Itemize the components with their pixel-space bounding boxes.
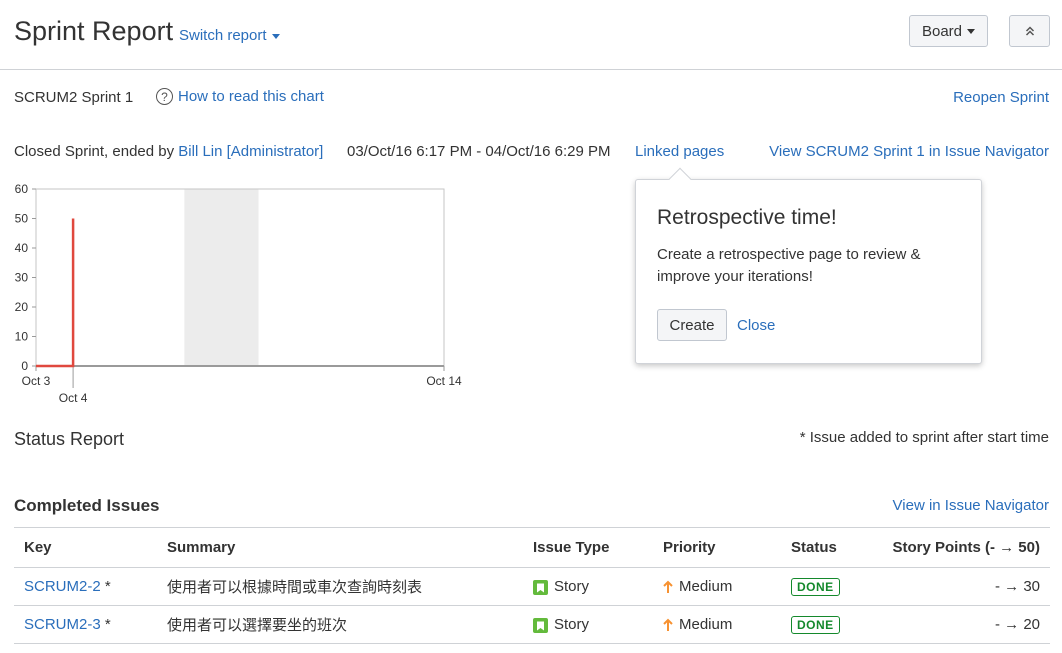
- status-badge: DONE: [791, 615, 840, 634]
- column-header-summary[interactable]: Summary: [157, 527, 523, 568]
- priority-medium-icon: [663, 580, 673, 594]
- y-tick-label: 10: [15, 330, 29, 344]
- popup-title: Retrospective time!: [657, 206, 837, 229]
- y-tick-label: 20: [15, 300, 29, 314]
- priority-cell: Medium: [653, 567, 781, 606]
- page-title: Sprint Report: [14, 16, 174, 46]
- table-row: SCRUM2-3 * 使用者可以選擇要坐的班次 Story Medium DON…: [14, 605, 1050, 644]
- table-header-row: Key Summary Issue Type Priority Status S…: [14, 527, 1050, 568]
- status-cell: DONE: [781, 605, 878, 644]
- retrospective-popup: Retrospective time! Create a retrospecti…: [635, 167, 982, 364]
- non-working-days-band: [184, 189, 259, 366]
- issue-summary: 使用者可以選擇要坐的班次: [157, 605, 523, 644]
- view-in-issue-navigator-link[interactable]: View SCRUM2 Sprint 1 in Issue Navigator: [769, 143, 1049, 160]
- column-header-issue-type[interactable]: Issue Type: [523, 527, 653, 568]
- priority-label: Medium: [679, 616, 733, 633]
- added-after-start-note: * Issue added to sprint after start time: [799, 429, 1049, 446]
- y-tick-label: 0: [21, 359, 28, 373]
- column-header-priority[interactable]: Priority: [653, 527, 781, 568]
- issue-key-link[interactable]: SCRUM2-3: [24, 616, 101, 633]
- how-to-read-link[interactable]: ? How to read this chart: [156, 88, 324, 105]
- reopen-sprint-link[interactable]: Reopen Sprint: [953, 89, 1049, 106]
- story-icon: [533, 618, 548, 634]
- create-retrospective-button[interactable]: Create: [657, 309, 727, 341]
- x-tick-label: Oct 14: [426, 374, 462, 388]
- issue-type-label: Story: [554, 615, 590, 633]
- switch-report-label: Switch report: [179, 27, 267, 44]
- burndown-series-line: [36, 218, 75, 368]
- chevron-down-icon: [967, 28, 976, 34]
- board-button-label: Board: [921, 22, 963, 40]
- table-row: SCRUM2-2 * 使用者可以根據時間或車次查詢時刻表 Story Mediu…: [14, 567, 1050, 606]
- view-completed-in-navigator-link[interactable]: View in Issue Navigator: [893, 497, 1049, 514]
- priority-medium-icon: [663, 618, 673, 632]
- collapse-header-button[interactable]: [1009, 15, 1050, 47]
- close-popup-link[interactable]: Close: [737, 317, 775, 334]
- switch-report-dropdown[interactable]: Switch report: [179, 27, 280, 44]
- board-button[interactable]: Board: [909, 15, 988, 47]
- linked-pages-link[interactable]: Linked pages: [635, 143, 724, 160]
- column-header-key[interactable]: Key: [14, 527, 157, 568]
- help-icon: ?: [156, 88, 173, 105]
- completed-issues-heading: Completed Issues: [14, 496, 160, 515]
- popup-text: Create a retrospective page to review & …: [657, 246, 921, 285]
- y-tick-label: 40: [15, 241, 29, 255]
- x-tick-label: Oct 4: [59, 391, 88, 405]
- priority-label: Medium: [679, 578, 733, 595]
- closed-sprint-info: Closed Sprint, ended by Bill Lin [Admini…: [14, 143, 323, 160]
- issue-key-cell: SCRUM2-3 *: [14, 605, 157, 644]
- completed-issues-table: Key Summary Issue Type Priority Status S…: [14, 527, 1050, 644]
- x-tick-label: Oct 3: [22, 374, 51, 388]
- issue-key-cell: SCRUM2-2 *: [14, 567, 157, 606]
- added-marker: *: [104, 578, 111, 595]
- y-tick-label: 50: [15, 212, 29, 226]
- priority-cell: Medium: [653, 605, 781, 644]
- story-points-cell: - → 20: [878, 605, 1050, 644]
- how-to-read-label: How to read this chart: [178, 88, 324, 105]
- issue-type-cell: Story: [523, 567, 653, 606]
- status-report-heading: Status Report: [14, 429, 125, 449]
- story-icon: [533, 580, 548, 596]
- status-badge: DONE: [791, 577, 840, 596]
- story-points-cell: - → 30: [878, 567, 1050, 606]
- ended-by-user-link[interactable]: Bill Lin [Administrator]: [178, 143, 323, 160]
- closed-sprint-prefix: Closed Sprint, ended by: [14, 143, 175, 160]
- issue-type-label: Story: [554, 577, 590, 595]
- column-header-story-points[interactable]: Story Points (- → 50): [878, 527, 1050, 568]
- status-cell: DONE: [781, 567, 878, 606]
- y-tick-label: 30: [15, 271, 29, 285]
- issue-type-cell: Story: [523, 605, 653, 644]
- sprint-date-range: 03/Oct/16 6:17 PM - 04/Oct/16 6:29 PM: [347, 143, 611, 160]
- chevron-down-icon: [271, 33, 280, 39]
- double-chevron-up-icon: [1025, 26, 1034, 36]
- issue-summary: 使用者可以根據時間或車次查詢時刻表: [157, 567, 523, 606]
- popup-arrow: [668, 167, 692, 191]
- report-header: Sprint Report Switch report Board: [0, 0, 1062, 70]
- sprint-name: SCRUM2 Sprint 1: [14, 89, 134, 106]
- y-tick-label: 60: [15, 182, 29, 196]
- added-marker: *: [104, 616, 111, 633]
- column-header-status[interactable]: Status: [781, 527, 878, 568]
- burndown-chart: 0 10 20 30 40 50 60 Oct 3 Oct 4 Oct 14: [15, 182, 462, 405]
- issue-key-link[interactable]: SCRUM2-2: [24, 578, 101, 595]
